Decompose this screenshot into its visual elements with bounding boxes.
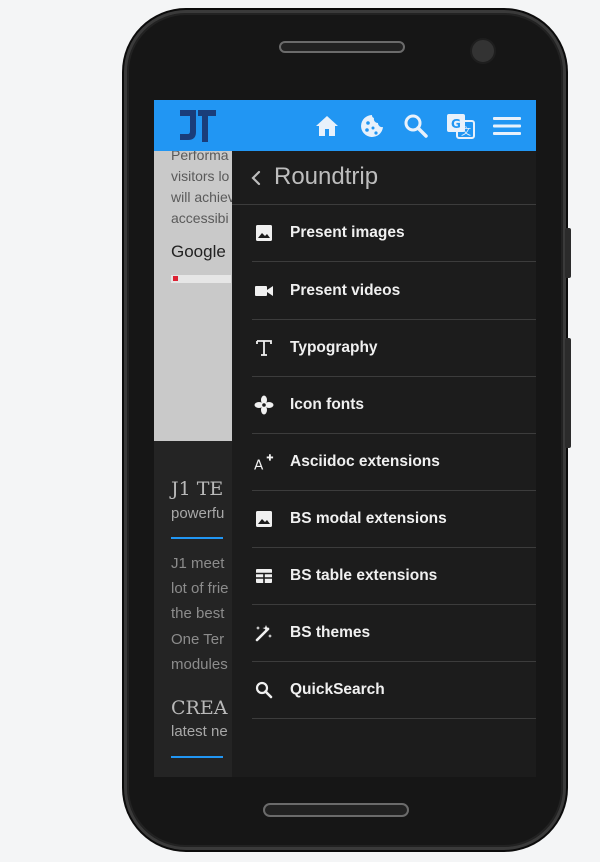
page-section-subtitle: latest ne (171, 723, 228, 740)
menu-item-bs-themes[interactable]: BS themes (252, 605, 536, 662)
page-text-line: will achiev (171, 189, 235, 205)
menu-item-icon-fonts[interactable]: Icon fonts (252, 377, 536, 434)
side-button (565, 338, 571, 448)
page-text-line: the best (171, 605, 225, 622)
menu-item-label: Asciidoc extensions (290, 453, 440, 470)
fan-icon (254, 395, 274, 415)
front-camera (470, 38, 496, 64)
font-add-icon: A (254, 452, 274, 472)
svg-text:文: 文 (461, 125, 471, 138)
menu-item-label: QuickSearch (290, 681, 385, 698)
page-text-line: modules (171, 656, 228, 673)
app-header: G 文 (154, 100, 536, 151)
menu-item-present-images[interactable]: Present images (252, 205, 536, 262)
menu-item-label: Present images (290, 224, 405, 241)
menu-title: Roundtrip (274, 163, 379, 190)
menu-item-label: Present videos (290, 282, 401, 299)
section-divider (171, 756, 223, 758)
chevron-left-icon[interactable] (249, 168, 263, 188)
video-icon (254, 281, 274, 301)
page-text-line: accessibi (171, 210, 229, 226)
home-icon[interactable] (314, 113, 340, 139)
translate-icon[interactable]: G 文 (446, 112, 476, 140)
svg-text:G: G (451, 117, 461, 131)
menu-item-typography[interactable]: Typography (252, 320, 536, 377)
svg-text:A: A (254, 457, 264, 472)
logo-icon[interactable] (176, 108, 220, 144)
page-section-subtitle: powerfu (171, 505, 225, 522)
phone-screen: Performa visitors lo will achiev accessi… (154, 100, 536, 777)
magic-wand-icon (254, 623, 274, 643)
page-thumbnail (171, 275, 231, 283)
image-icon (254, 223, 274, 243)
side-menu: Roundtrip Present images Present videos … (232, 151, 536, 777)
home-speaker (263, 803, 409, 817)
section-divider (171, 537, 223, 539)
menu-icon[interactable] (492, 113, 522, 139)
page-section-title: J1 TE (171, 478, 224, 500)
menu-item-asciidoc-extensions[interactable]: A Asciidoc extensions (252, 434, 536, 491)
menu-header[interactable]: Roundtrip (232, 151, 536, 205)
cookie-icon[interactable] (359, 113, 385, 139)
menu-item-bs-modal-extensions[interactable]: BS modal extensions (252, 491, 536, 548)
volume-button (565, 228, 571, 278)
page-section-title: CREA (171, 697, 228, 719)
menu-item-label: BS table extensions (290, 567, 438, 584)
image-icon (254, 509, 274, 529)
menu-item-bs-table-extensions[interactable]: BS table extensions (252, 548, 536, 605)
earpiece-speaker (279, 41, 405, 53)
menu-item-label: BS modal extensions (290, 510, 447, 527)
page-text-line: J1 meet (171, 555, 225, 572)
page-heading: Google (171, 242, 226, 261)
menu-item-present-videos[interactable]: Present videos (252, 263, 536, 320)
menu-item-label: Icon fonts (290, 396, 365, 413)
page-text-line: One Ter (171, 631, 225, 648)
menu-item-label: BS themes (290, 624, 371, 641)
text-icon (254, 338, 274, 358)
page-text-line: visitors lo (171, 168, 230, 184)
search-icon (254, 680, 274, 700)
menu-item-quicksearch[interactable]: QuickSearch (252, 662, 536, 719)
table-icon (254, 566, 274, 586)
menu-item-label: Typography (290, 339, 378, 356)
search-icon[interactable] (403, 113, 429, 139)
page-text-line: lot of frie (171, 580, 229, 597)
